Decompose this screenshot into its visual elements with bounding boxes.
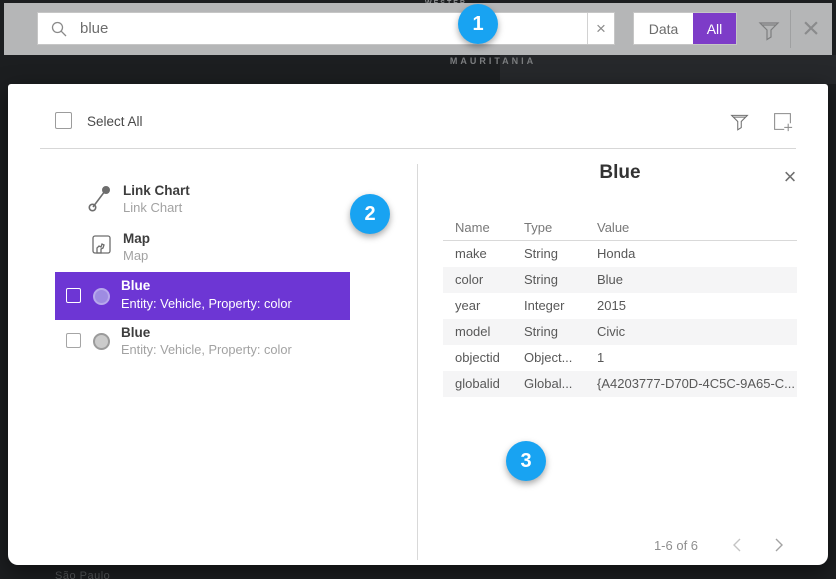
scope-toggle: Data All <box>633 12 737 45</box>
select-all-checkbox[interactable] <box>55 112 72 129</box>
cell-value: {A4203777-D70D-4C5C-9A65-C... <box>597 371 797 397</box>
cell-value: 2015 <box>597 293 797 319</box>
table-row: model String Civic <box>443 319 797 345</box>
cell-name: color <box>455 267 524 293</box>
scope-option-all[interactable]: All <box>693 13 736 44</box>
clear-search-button[interactable]: × <box>587 13 614 44</box>
search-results-panel: Select All Link Chart Link Chart <box>8 84 828 565</box>
panel-vertical-divider <box>417 164 418 560</box>
cell-type: String <box>524 267 597 293</box>
chevron-left-icon[interactable] <box>729 536 747 554</box>
chevron-right-icon[interactable] <box>769 536 787 554</box>
result-checkbox[interactable] <box>66 288 81 303</box>
result-checkbox[interactable] <box>66 333 81 348</box>
result-subtitle-blue: Entity: Vehicle, Property: color <box>121 296 292 311</box>
select-all-label: Select All <box>87 113 143 130</box>
table-row: year Integer 2015 <box>443 293 797 319</box>
result-subtitle-map: Map <box>123 248 148 263</box>
column-header-type: Type <box>524 220 597 235</box>
cell-type: String <box>524 319 597 345</box>
result-title-blue: Blue <box>121 278 150 293</box>
cell-name: globalid <box>455 371 524 397</box>
search-toolbar: blue × Data All × <box>4 3 832 55</box>
entity-circle-icon <box>93 333 110 350</box>
search-icon <box>51 21 67 37</box>
table-row: objectid Object... 1 <box>443 345 797 371</box>
search-value: blue <box>80 20 108 37</box>
cell-name: make <box>455 241 524 267</box>
cell-value: Honda <box>597 241 797 267</box>
callout-badge-1: 1 <box>458 4 498 44</box>
result-title-map[interactable]: Map <box>123 231 150 246</box>
cell-type: Global... <box>524 371 597 397</box>
map-label-mauritania: MAURITANIA <box>438 56 548 66</box>
add-selection-icon[interactable] <box>772 111 793 132</box>
filter-funnel-icon[interactable] <box>757 18 781 42</box>
toolbar-divider <box>790 10 791 48</box>
callout-badge-2: 2 <box>350 194 390 234</box>
pagination-label: 1-6 of 6 <box>616 538 736 553</box>
table-row: globalid Global... {A4203777-D70D-4C5C-9… <box>443 371 797 397</box>
filter-funnel-icon[interactable] <box>729 111 750 132</box>
result-row-blue-selected[interactable]: Blue Entity: Vehicle, Property: color <box>55 272 350 320</box>
map-background <box>500 55 836 84</box>
cell-value: Blue <box>597 267 797 293</box>
cell-value: Civic <box>597 319 797 345</box>
detail-title: Blue <box>443 162 797 184</box>
column-header-name: Name <box>455 220 524 235</box>
table-row: color String Blue <box>443 267 797 293</box>
result-title-blue: Blue <box>121 325 150 340</box>
close-search-button[interactable]: × <box>794 11 828 47</box>
callout-badge-3: 3 <box>506 441 546 481</box>
result-subtitle-link-chart: Link Chart <box>123 200 182 215</box>
search-input-group: blue × <box>37 12 615 45</box>
panel-header-divider <box>40 148 796 149</box>
map-icon <box>92 235 111 254</box>
cell-type: Integer <box>524 293 597 319</box>
table-row: make String Honda <box>443 241 797 267</box>
cell-name: objectid <box>455 345 524 371</box>
cell-type: String <box>524 241 597 267</box>
result-row-blue[interactable]: Blue Entity: Vehicle, Property: color <box>55 324 350 368</box>
link-chart-icon <box>88 186 112 212</box>
result-title-link-chart[interactable]: Link Chart <box>123 183 190 198</box>
scope-option-data[interactable]: Data <box>634 13 693 44</box>
screen: MAURITANIA WESTER São Paulo blue × Data … <box>0 0 836 579</box>
cell-name: year <box>455 293 524 319</box>
cell-name: model <box>455 319 524 345</box>
entity-circle-icon <box>93 288 110 305</box>
result-subtitle-blue: Entity: Vehicle, Property: color <box>121 342 292 357</box>
search-input[interactable]: blue <box>38 13 587 44</box>
attribute-table: make String Honda color String Blue year… <box>443 241 797 397</box>
attribute-table-header: Name Type Value <box>443 220 797 235</box>
map-label-sao-paulo: São Paulo <box>55 570 110 579</box>
detail-close-button[interactable]: × <box>777 164 803 190</box>
cell-type: Object... <box>524 345 597 371</box>
cell-value: 1 <box>597 345 797 371</box>
column-header-value: Value <box>597 220 797 235</box>
